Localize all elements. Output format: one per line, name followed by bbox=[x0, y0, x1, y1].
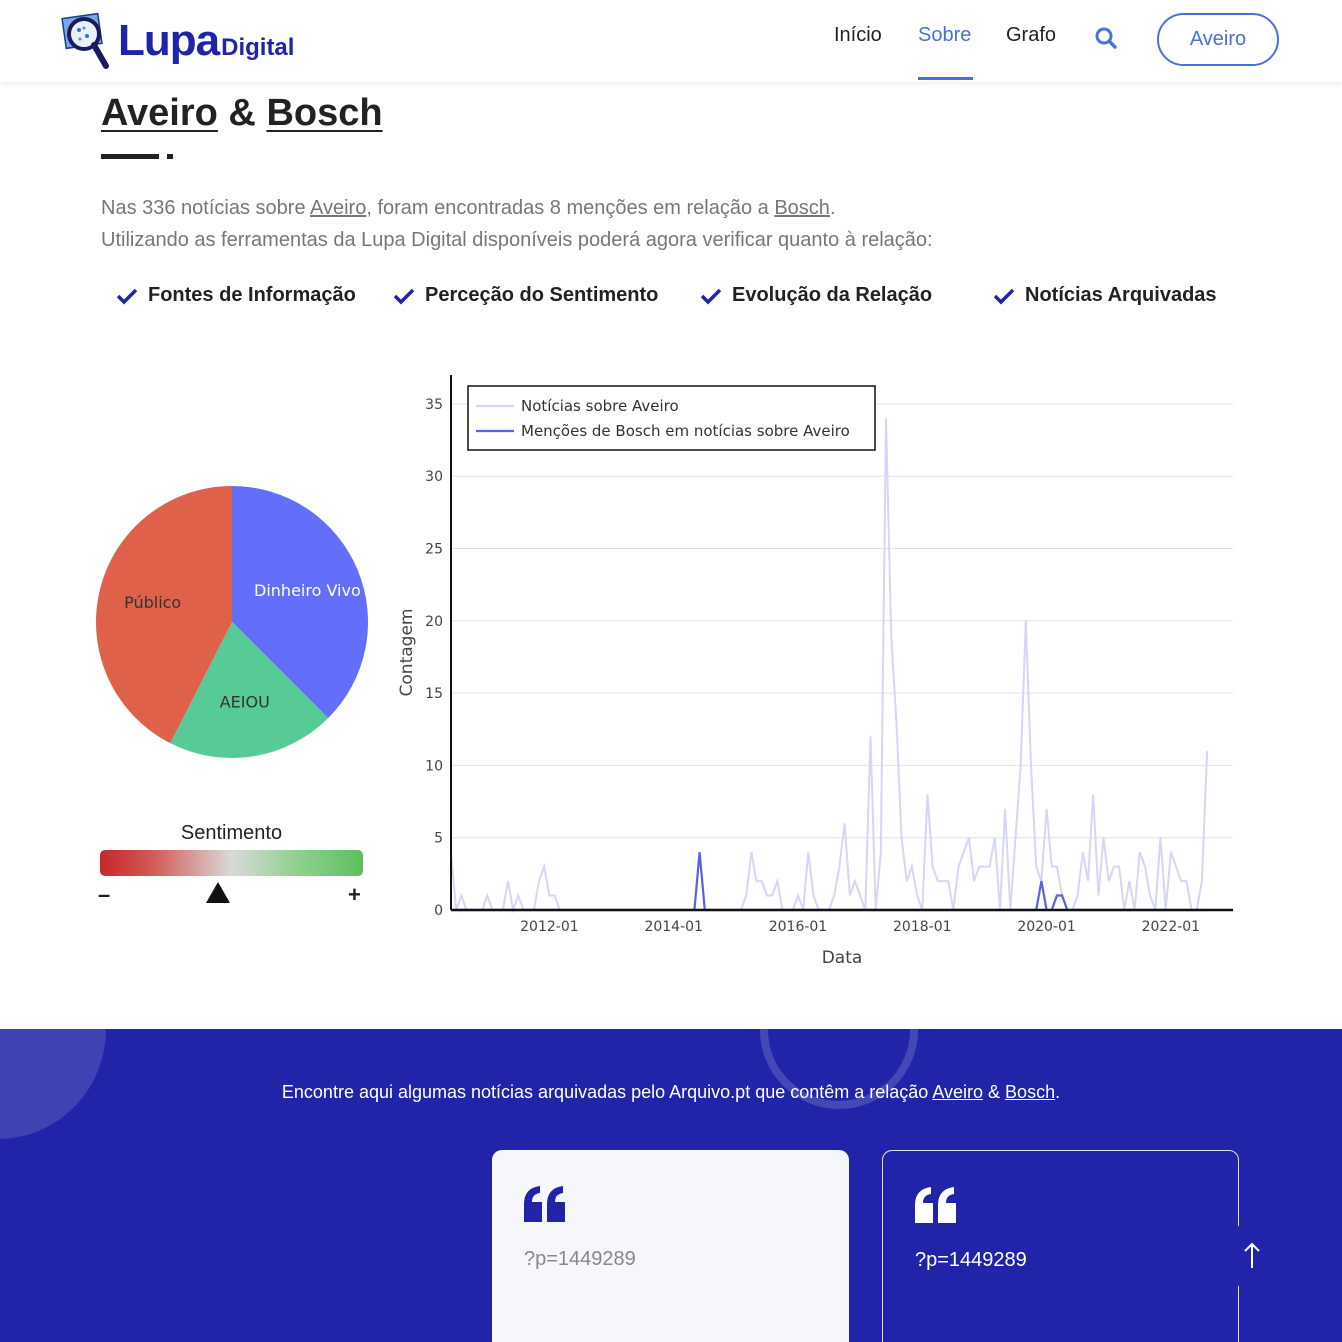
site-logo[interactable]: Lupa Digital bbox=[60, 10, 294, 72]
archive-entity-a-link[interactable]: Aveiro bbox=[932, 1082, 983, 1102]
description-entity-a-link[interactable]: Aveiro bbox=[310, 197, 366, 219]
description: Nas 336 notícias sobre Aveiro, foram enc… bbox=[101, 192, 933, 256]
archive-card[interactable]: ?p=1449289 bbox=[492, 1150, 849, 1342]
archive-intro: Encontre aqui algumas notícias arquivada… bbox=[281, 1082, 1061, 1102]
quote-icon bbox=[913, 1185, 959, 1230]
sentiment-plus-label: + bbox=[348, 882, 361, 907]
title-ampersand: & bbox=[228, 92, 256, 134]
y-axis-label: Contagem bbox=[397, 609, 417, 697]
x-tick-label: 2016-01 bbox=[769, 919, 828, 935]
pie-slice-label: Público bbox=[124, 593, 181, 612]
check-icon bbox=[700, 288, 722, 304]
title-entity-b-link[interactable]: Bosch bbox=[266, 92, 382, 134]
search-icon[interactable] bbox=[1094, 26, 1118, 50]
y-tick-label: 25 bbox=[425, 542, 443, 558]
feature-label: Notícias Arquivadas bbox=[1025, 284, 1217, 306]
nav-sobre[interactable]: Sobre bbox=[918, 24, 971, 47]
x-tick-label: 2020-01 bbox=[1017, 919, 1076, 935]
y-tick-label: 0 bbox=[434, 903, 443, 919]
x-tick-label: 2012-01 bbox=[520, 919, 579, 935]
legend-label: Notícias sobre Aveiro bbox=[521, 397, 679, 415]
y-tick-label: 10 bbox=[425, 758, 443, 774]
page-title: Aveiro & Bosch bbox=[101, 92, 383, 135]
pie-slice-label: AEIOU bbox=[220, 693, 270, 712]
site-header: Lupa Digital Início Sobre Grafo Aveiro bbox=[0, 0, 1342, 82]
x-tick-label: 2018-01 bbox=[893, 919, 952, 935]
description-line-1: Nas 336 notícias sobre Aveiro, foram enc… bbox=[101, 197, 836, 219]
feature-item: Notícias Arquivadas bbox=[993, 284, 1217, 307]
legend-label: Menções de Bosch em notícias sobre Aveir… bbox=[521, 422, 850, 440]
series-line[interactable] bbox=[450, 418, 1209, 914]
x-tick-label: 2014-01 bbox=[644, 919, 703, 935]
title-entity-a-link[interactable]: Aveiro bbox=[101, 92, 218, 134]
archive-entity-b-link[interactable]: Bosch bbox=[1005, 1082, 1055, 1102]
feature-label: Fontes de Informação bbox=[148, 284, 356, 306]
pie-slice-label: Dinheiro Vivo bbox=[254, 581, 361, 600]
relation-evolution-chart[interactable]: 0 5 10 15 20 25 30 35 2012-01 2014-01 2016-01 2018-… bbox=[390, 365, 1250, 975]
feature-item: Fontes de Informação bbox=[116, 284, 356, 307]
sentiment-gradient-bar bbox=[100, 850, 363, 876]
y-tick-label: 5 bbox=[434, 831, 443, 847]
archive-card-text: ?p=1449289 bbox=[524, 1248, 636, 1270]
sources-pie-chart[interactable]: Dinheiro Vivo AEIOU Público bbox=[92, 482, 372, 762]
logo-sub-text: Digital bbox=[221, 34, 295, 61]
magnifier-logo-icon bbox=[60, 10, 112, 72]
feature-list: Fontes de Informação Perceção do Sentime… bbox=[0, 284, 1342, 314]
sentiment-title: Sentimento bbox=[180, 822, 283, 844]
y-tick-label: 30 bbox=[425, 469, 443, 485]
x-axis-label: Data bbox=[822, 948, 863, 968]
quote-icon bbox=[522, 1184, 568, 1229]
nav-grafo[interactable]: Grafo bbox=[1006, 24, 1056, 47]
logo-main-text: Lupa bbox=[118, 16, 220, 65]
check-icon bbox=[116, 288, 138, 304]
sentiment-marker-icon bbox=[206, 882, 231, 903]
archive-section: Encontre aqui algumas notícias arquivada… bbox=[0, 1029, 1342, 1342]
y-tick-label: 20 bbox=[425, 614, 443, 630]
series-line[interactable] bbox=[451, 852, 1208, 912]
check-icon bbox=[993, 288, 1015, 304]
nav-inicio[interactable]: Início bbox=[834, 24, 882, 47]
arrow-up-icon[interactable] bbox=[1234, 1226, 1270, 1286]
location-button[interactable]: Aveiro bbox=[1157, 13, 1279, 66]
archive-card-text: ?p=1449289 bbox=[915, 1249, 1027, 1271]
feature-label: Evolução da Relação bbox=[732, 284, 933, 306]
description-line-2: Utilizando as ferramentas da Lupa Digita… bbox=[101, 229, 933, 251]
archive-card[interactable]: ?p=1449289 bbox=[882, 1150, 1239, 1342]
check-icon bbox=[393, 288, 415, 304]
feature-item: Perceção do Sentimento bbox=[393, 284, 658, 307]
y-tick-label: 15 bbox=[425, 686, 443, 702]
chart-legend[interactable]: Notícias sobre Aveiro Menções de Bosch em… bbox=[467, 385, 876, 451]
description-entity-b-link[interactable]: Bosch bbox=[774, 197, 830, 219]
feature-label: Perceção do Sentimento bbox=[425, 284, 659, 306]
sentiment-minus-label: – bbox=[98, 882, 111, 907]
y-tick-label: 35 bbox=[425, 397, 443, 413]
x-tick-label: 2022-01 bbox=[1142, 919, 1201, 935]
feature-item: Evolução da Relação bbox=[700, 284, 932, 307]
nav-active-indicator bbox=[918, 77, 973, 80]
